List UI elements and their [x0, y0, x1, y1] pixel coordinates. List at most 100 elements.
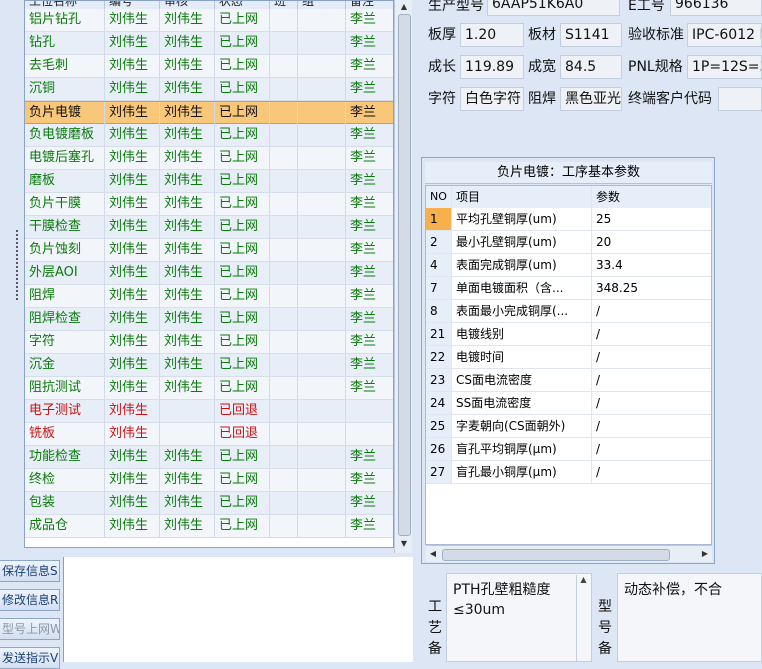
cell-op[interactable]: 刘伟生: [105, 124, 160, 146]
table-row[interactable]: 电镀后塞孔 刘伟生 刘伟生 已上网 李兰: [25, 147, 393, 170]
cell-rev[interactable]: 刘伟生: [160, 354, 215, 376]
cell-empty[interactable]: [270, 239, 298, 261]
cell-status[interactable]: 已上网: [215, 446, 270, 468]
table-row[interactable]: 沉金 刘伟生 刘伟生 已上网 李兰: [25, 354, 393, 377]
cell-note[interactable]: [346, 423, 393, 445]
param-row[interactable]: 21 电镀线别 /: [426, 323, 711, 346]
param-cell-item[interactable]: 盲孔最小铜厚(μm): [452, 461, 592, 483]
cell-empty[interactable]: [298, 262, 346, 284]
cell-note[interactable]: 李兰: [346, 102, 393, 124]
cell-rev[interactable]: 刘伟生: [160, 308, 215, 330]
length-field[interactable]: 119.89: [460, 55, 524, 79]
param-col-no[interactable]: NO: [426, 186, 452, 208]
cell-name[interactable]: 电镀后塞孔: [25, 147, 105, 169]
table-row[interactable]: 阻焊检查 刘伟生 刘伟生 已上网 李兰: [25, 308, 393, 331]
param-row[interactable]: 4 表面完成铜厚(um) 33.4: [426, 254, 711, 277]
cell-empty[interactable]: [270, 285, 298, 307]
cell-empty[interactable]: [298, 400, 346, 422]
cell-rev[interactable]: 刘伟生: [160, 377, 215, 399]
cell-empty[interactable]: [298, 32, 346, 54]
solder-mask-field[interactable]: 黑色亚光: [560, 87, 622, 111]
cell-status[interactable]: 已上网: [215, 216, 270, 238]
cell-op[interactable]: 刘伟生: [105, 193, 160, 215]
cell-status[interactable]: 已上网: [215, 55, 270, 77]
character-field[interactable]: 白色字符: [460, 87, 524, 111]
param-cell-item[interactable]: CS面电流密度: [452, 369, 592, 391]
cell-note[interactable]: 李兰: [346, 331, 393, 353]
cell-rev[interactable]: 刘伟生: [160, 492, 215, 514]
cell-name[interactable]: 阻焊检查: [25, 308, 105, 330]
cell-op[interactable]: 刘伟生: [105, 515, 160, 537]
cell-empty[interactable]: [298, 492, 346, 514]
cell-rev[interactable]: 刘伟生: [160, 469, 215, 491]
param-cell-no[interactable]: 8: [426, 300, 452, 322]
cell-empty[interactable]: [270, 331, 298, 353]
pnl-field[interactable]: 1P=12S=3P: [687, 55, 762, 79]
cell-op[interactable]: 刘伟生: [105, 354, 160, 376]
param-cell-value[interactable]: /: [592, 369, 711, 391]
cell-rev[interactable]: 刘伟生: [160, 32, 215, 54]
splitter-handle[interactable]: [14, 230, 20, 300]
param-cell-value[interactable]: 20: [592, 231, 711, 253]
cell-op[interactable]: 刘伟生: [105, 446, 160, 468]
cell-note[interactable]: 李兰: [346, 193, 393, 215]
table-row[interactable]: 成品仓 刘伟生 刘伟生 已上网 李兰: [25, 515, 393, 538]
cell-op[interactable]: 刘伟生: [105, 9, 160, 31]
cell-rev[interactable]: [160, 400, 215, 422]
param-cell-no[interactable]: 23: [426, 369, 452, 391]
table-row[interactable]: 电子测试 刘伟生 已回退: [25, 400, 393, 423]
cell-name[interactable]: 沉金: [25, 354, 105, 376]
scroll-down-arrow-icon[interactable]: ▼: [395, 537, 413, 551]
cell-empty[interactable]: [298, 102, 346, 124]
cell-note[interactable]: 李兰: [346, 55, 393, 77]
cell-empty[interactable]: [298, 377, 346, 399]
col-header-group[interactable]: 组: [298, 1, 346, 9]
param-cell-value[interactable]: /: [592, 461, 711, 483]
cell-empty[interactable]: [270, 170, 298, 192]
cell-op[interactable]: 刘伟生: [105, 377, 160, 399]
param-cell-no[interactable]: 27: [426, 461, 452, 483]
cell-empty[interactable]: [298, 469, 346, 491]
param-cell-item[interactable]: 表面完成铜厚(um): [452, 254, 592, 276]
table-row[interactable]: 负电镀磨板 刘伟生 刘伟生 已上网 李兰: [25, 124, 393, 147]
cell-op[interactable]: 刘伟生: [105, 216, 160, 238]
modify-info-button[interactable]: 修改信息R: [0, 589, 60, 611]
h-scroll-thumb[interactable]: [442, 549, 670, 561]
param-row[interactable]: 1 平均孔壁铜厚(um) 25: [426, 208, 711, 231]
cell-name[interactable]: 沉铜: [25, 78, 105, 100]
param-row[interactable]: 27 盲孔最小铜厚(μm) /: [426, 461, 711, 484]
cell-rev[interactable]: 刘伟生: [160, 102, 215, 124]
cell-rev[interactable]: 刘伟生: [160, 9, 215, 31]
table-row[interactable]: 包装 刘伟生 刘伟生 已上网 李兰: [25, 492, 393, 515]
cell-rev[interactable]: 刘伟生: [160, 285, 215, 307]
cell-note[interactable]: 李兰: [346, 285, 393, 307]
param-cell-item[interactable]: 字麦朝向(CS面朝外): [452, 415, 592, 437]
thickness-field[interactable]: 1.20: [460, 23, 524, 47]
cell-op[interactable]: 刘伟生: [105, 400, 160, 422]
note-scroll-up-icon[interactable]: ▲: [576, 575, 590, 661]
cell-status[interactable]: 已上网: [215, 354, 270, 376]
table-row[interactable]: 磨板 刘伟生 刘伟生 已上网 李兰: [25, 170, 393, 193]
cell-op[interactable]: 刘伟生: [105, 170, 160, 192]
cell-empty[interactable]: [298, 216, 346, 238]
param-cell-value[interactable]: /: [592, 323, 711, 345]
customer-code-field[interactable]: [718, 87, 762, 111]
cell-empty[interactable]: [298, 285, 346, 307]
cell-note[interactable]: 李兰: [346, 124, 393, 146]
col-header-code[interactable]: 编号: [105, 1, 160, 9]
table-row[interactable]: 字符 刘伟生 刘伟生 已上网 李兰: [25, 331, 393, 354]
param-cell-item[interactable]: 最小孔壁铜厚(um): [452, 231, 592, 253]
table-row[interactable]: 终检 刘伟生 刘伟生 已上网 李兰: [25, 469, 393, 492]
param-cell-no[interactable]: 21: [426, 323, 452, 345]
col-header-shift[interactable]: 班: [270, 1, 298, 9]
cell-note[interactable]: 李兰: [346, 170, 393, 192]
param-cell-no[interactable]: 26: [426, 438, 452, 460]
cell-rev[interactable]: 刘伟生: [160, 239, 215, 261]
cell-note[interactable]: 李兰: [346, 262, 393, 284]
cell-name[interactable]: 铣板: [25, 423, 105, 445]
cell-empty[interactable]: [298, 78, 346, 100]
cell-name[interactable]: 负片蚀刻: [25, 239, 105, 261]
param-row[interactable]: 2 最小孔壁铜厚(um) 20: [426, 231, 711, 254]
cell-name[interactable]: 磨板: [25, 170, 105, 192]
cell-status[interactable]: 已上网: [215, 239, 270, 261]
